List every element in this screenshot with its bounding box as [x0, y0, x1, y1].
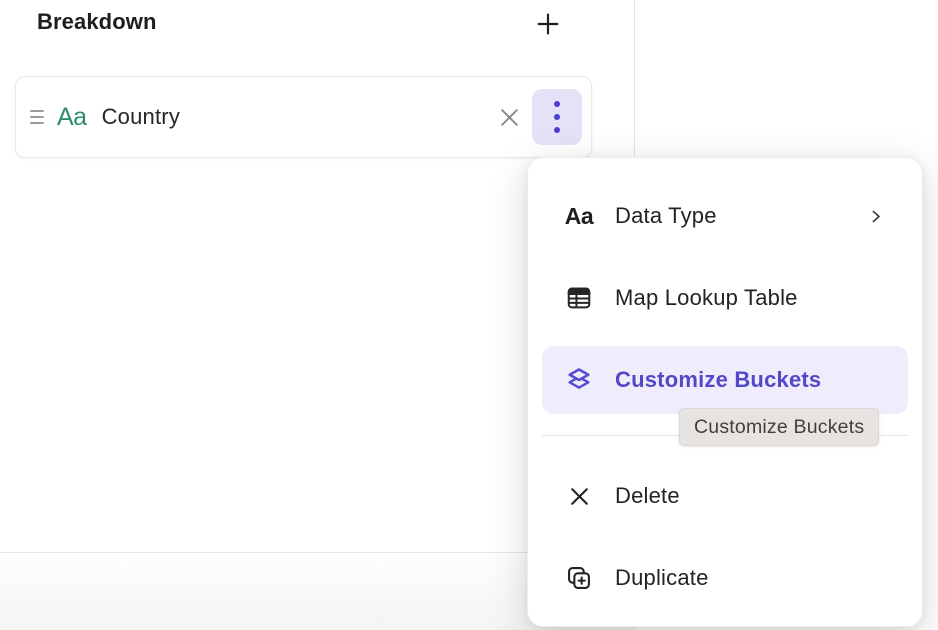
menu-item-label: Map Lookup Table [615, 285, 798, 311]
delete-x-icon [564, 484, 594, 509]
add-breakdown-button[interactable] [528, 4, 568, 44]
customize-buckets-tooltip: Customize Buckets [679, 408, 879, 446]
menu-item-label: Data Type [615, 203, 717, 229]
layers-icon [564, 366, 594, 394]
data-type-icon: Aa [564, 203, 594, 230]
menu-item-customize-buckets[interactable]: Customize Buckets [542, 346, 908, 414]
drag-handle-icon[interactable] [30, 110, 45, 124]
duplicate-copy-icon [564, 564, 594, 592]
menu-item-duplicate[interactable]: Duplicate [542, 544, 908, 612]
close-icon [496, 104, 523, 131]
chevron-right-icon [867, 208, 884, 225]
remove-breakdown-button[interactable] [491, 99, 527, 135]
menu-item-label: Delete [615, 483, 680, 509]
menu-item-map-lookup-table[interactable]: Map Lookup Table [542, 264, 908, 332]
more-options-button[interactable] [532, 89, 582, 145]
breakdown-options-menu: Aa Data Type Map Lookup Table Cust [527, 157, 923, 627]
menu-item-label: Customize Buckets [615, 367, 821, 393]
menu-item-delete[interactable]: Delete [542, 462, 908, 530]
text-type-icon: Aa [57, 103, 87, 132]
menu-item-label: Duplicate [615, 565, 709, 591]
breakdown-panel-header: Breakdown [0, 0, 634, 60]
breakdown-card-country[interactable]: Aa Country [15, 76, 592, 158]
panel-title: Breakdown [37, 9, 156, 35]
menu-item-data-type[interactable]: Aa Data Type [542, 182, 908, 250]
plus-icon [534, 10, 562, 38]
table-icon [564, 284, 594, 312]
breakdown-card-label: Country [102, 104, 180, 130]
